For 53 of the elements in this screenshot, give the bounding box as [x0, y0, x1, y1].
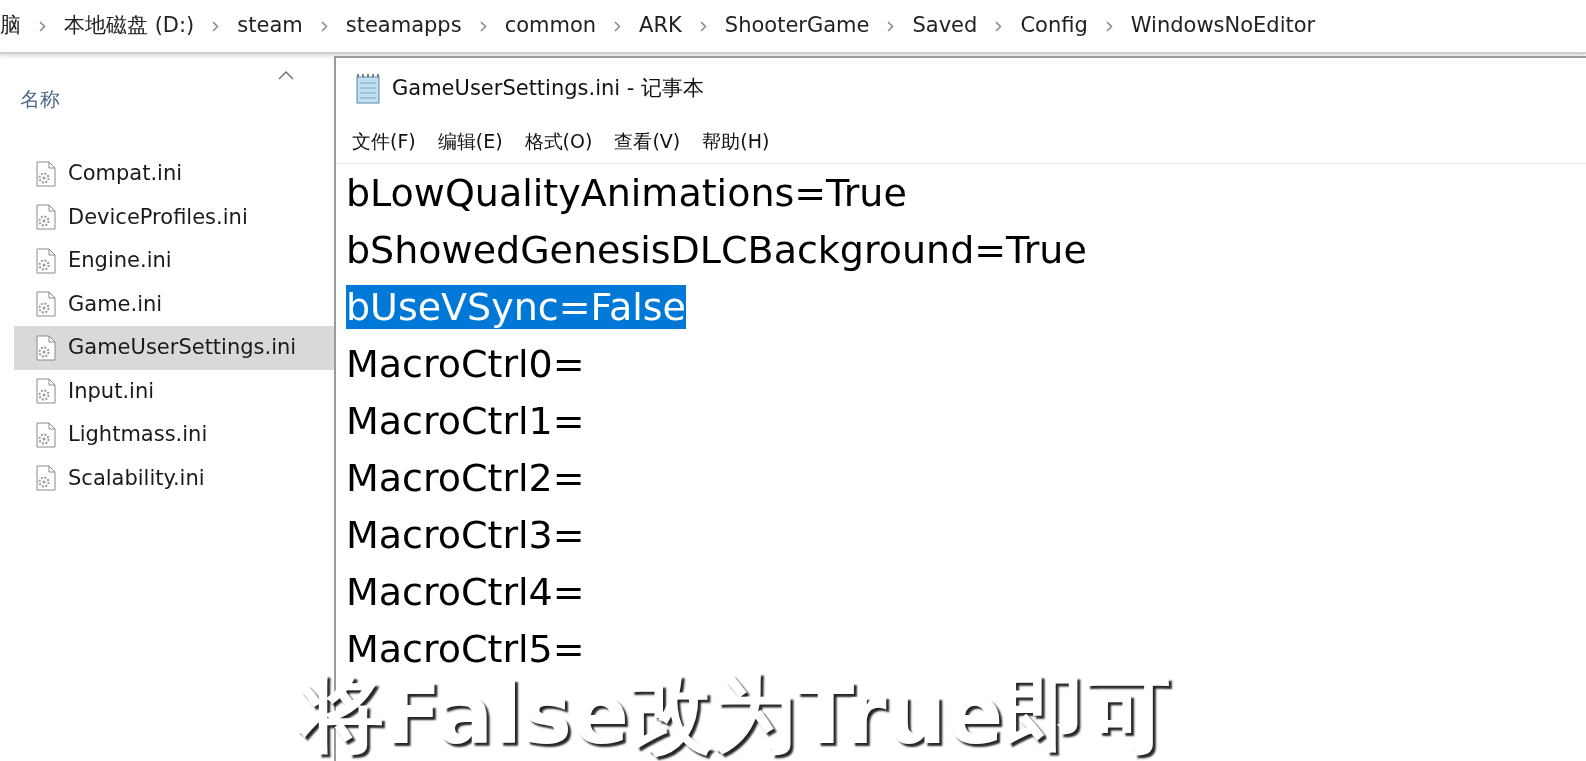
- settings-file-icon: [36, 465, 56, 492]
- text-line: bShowedGenesisDLCBackground=True: [346, 227, 1087, 272]
- window-title: GameUserSettings.ini - 记事本: [392, 75, 705, 103]
- breadcrumb-item[interactable]: Saved: [912, 10, 978, 42]
- text-line: MacroCtrl1=: [346, 398, 585, 443]
- sort-up-icon: [278, 70, 294, 80]
- settings-file-icon: [36, 378, 56, 405]
- chevron-icon: [320, 20, 328, 32]
- breadcrumb-item[interactable]: steamapps: [345, 10, 462, 42]
- file-item[interactable]: DeviceProfiles.ini: [14, 195, 334, 239]
- breadcrumb-item[interactable]: WindowsNoEditor: [1130, 10, 1316, 42]
- breadcrumb-item[interactable]: Config: [1020, 10, 1088, 42]
- settings-file-icon: [36, 160, 56, 187]
- chevron-icon: [1105, 20, 1113, 32]
- menu-item[interactable]: 查看(V): [606, 127, 689, 156]
- settings-file-icon: [36, 247, 56, 274]
- breadcrumb-item[interactable]: ARK: [639, 10, 682, 42]
- breadcrumb-item[interactable]: 本地磁盘 (D:): [64, 10, 195, 42]
- text-line: bLowQualityAnimations=True: [346, 170, 907, 215]
- breadcrumb-item[interactable]: ShooterGame: [724, 10, 870, 42]
- file-item[interactable]: Scalability.ini: [14, 456, 334, 500]
- file-item[interactable]: Compat.ini: [14, 152, 334, 196]
- menu-item[interactable]: 帮助(H): [694, 127, 778, 156]
- settings-file-icon: [36, 204, 56, 231]
- breadcrumb-item[interactable]: 脑: [0, 10, 21, 42]
- text-line: MacroCtrl0=: [346, 341, 585, 386]
- settings-file-icon: [36, 421, 56, 448]
- file-item[interactable]: Game.ini: [14, 282, 334, 326]
- file-item[interactable]: Lightmass.ini: [14, 413, 334, 457]
- column-header[interactable]: 名称: [20, 84, 60, 114]
- breadcrumb-item[interactable]: steam: [237, 10, 303, 42]
- text-line: MacroCtrl4=: [346, 569, 585, 614]
- chevron-icon: [887, 20, 895, 32]
- file-item[interactable]: Engine.ini: [14, 239, 334, 283]
- text-line: MacroCtrl2=: [346, 455, 585, 500]
- chevron-icon: [614, 20, 622, 32]
- text-line: MacroCtrl3=: [346, 512, 585, 557]
- subtitle: 将False改为True即可: [300, 671, 1174, 760]
- chevron-icon: [479, 20, 487, 32]
- breadcrumb-item[interactable]: common: [504, 10, 597, 42]
- settings-file-icon: [36, 291, 56, 318]
- chevron-icon: [699, 20, 707, 32]
- text-line: MacroCtrl5=: [346, 626, 585, 671]
- settings-file-icon: [36, 334, 56, 361]
- menu-item[interactable]: 格式(O): [516, 127, 601, 156]
- notepad-icon: [354, 74, 382, 104]
- file-item[interactable]: Input.ini: [14, 369, 334, 413]
- file-item[interactable]: GameUserSettings.ini: [14, 326, 334, 370]
- menu-item[interactable]: 文件(F): [344, 127, 424, 156]
- chevron-icon: [39, 20, 46, 32]
- menu-item[interactable]: 编辑(E): [429, 127, 511, 156]
- chevron-icon: [212, 20, 220, 32]
- chevron-icon: [995, 20, 1003, 32]
